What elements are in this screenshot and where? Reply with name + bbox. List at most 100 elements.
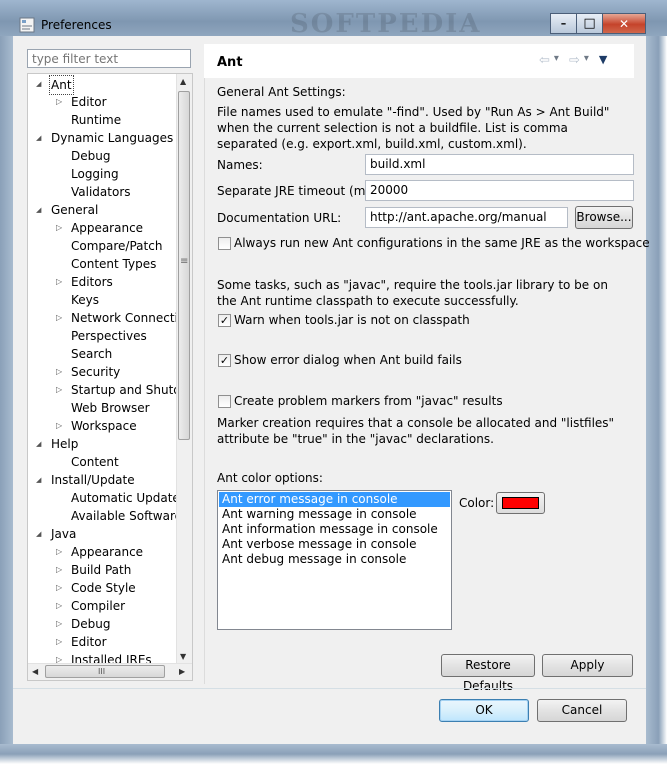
collapsed-arrow-icon[interactable]: ▷	[56, 381, 65, 399]
show-error-label[interactable]: Show error dialog when Ant build fails	[234, 353, 462, 367]
footer-separator	[13, 688, 646, 689]
restore-defaults-button[interactable]: Restore Defaults	[441, 654, 535, 693]
back-dropdown-icon[interactable]: ▾	[554, 53, 559, 68]
scroll-down-icon[interactable]: ▼	[180, 652, 186, 661]
color-option-item[interactable]: Ant error message in console	[219, 492, 450, 507]
scroll-left-icon[interactable]: ◀	[32, 667, 38, 676]
minimize-button[interactable]: –	[550, 13, 577, 34]
collapsed-arrow-icon[interactable]: ▷	[56, 579, 65, 597]
tree-item-label: Compiler	[71, 599, 126, 613]
close-icon: ✕	[618, 16, 630, 31]
tree-horizontal-scroll-thumb[interactable]: III	[45, 665, 165, 678]
tree-item-label: Appearance	[71, 221, 144, 235]
collapsed-arrow-icon[interactable]: ▷	[56, 219, 65, 237]
scroll-up-icon[interactable]: ▲	[180, 77, 186, 86]
expanded-arrow-icon[interactable]: ◢	[36, 435, 45, 453]
color-label: Color:	[459, 496, 495, 510]
color-option-item[interactable]: Ant debug message in console	[219, 552, 450, 567]
tree-item-label: Help	[51, 437, 79, 451]
color-picker-button[interactable]	[496, 492, 545, 514]
tree-horizontal-scrollbar[interactable]: ◀ III ▶	[28, 663, 192, 680]
expanded-arrow-icon[interactable]: ◢	[36, 471, 45, 489]
window-title: Preferences	[41, 18, 112, 32]
tree-item-label: Web Browser	[71, 401, 150, 415]
tree-item-label: Java	[51, 527, 77, 541]
color-options-list[interactable]: Ant error message in console Ant warning …	[217, 490, 452, 630]
problem-markers-checkbox[interactable]	[218, 395, 231, 408]
tree-vertical-scrollbar[interactable]: ▲ ≡ ▼	[176, 74, 192, 664]
names-field[interactable]: build.xml	[365, 154, 634, 175]
filter-input[interactable]	[27, 49, 191, 68]
docurl-label: Documentation URL:	[217, 211, 342, 225]
find-description: File names used to emulate "-find". Used…	[217, 105, 610, 151]
timeout-field[interactable]: 20000	[365, 180, 634, 201]
maximize-button[interactable]: □	[576, 13, 603, 34]
warn-tools-label[interactable]: Warn when tools.jar is not on classpath	[234, 313, 470, 327]
expanded-arrow-icon[interactable]: ◢	[36, 525, 45, 543]
tree-item-label: Content Types	[71, 257, 157, 271]
collapsed-arrow-icon[interactable]: ▷	[56, 633, 65, 651]
title-bar[interactable]: Preferences SOFTPEDIA – □ ✕	[0, 0, 667, 39]
collapsed-arrow-icon[interactable]: ▷	[56, 273, 65, 291]
tree-item-label: Search	[71, 347, 113, 361]
warn-tools-checkbox[interactable]: ✓	[218, 314, 231, 327]
tree-item-label: Startup and Shutdown	[71, 383, 178, 397]
cancel-button[interactable]: Cancel	[537, 699, 627, 722]
collapsed-arrow-icon[interactable]: ▷	[56, 597, 65, 615]
grip-icon: III	[98, 667, 106, 676]
tree-item-label: Debug	[71, 149, 111, 163]
timeout-label: Separate JRE timeout (ms):	[217, 184, 381, 198]
grip-icon: ≡	[180, 256, 189, 267]
scroll-right-icon[interactable]: ▶	[179, 667, 185, 676]
preferences-window: Preferences SOFTPEDIA – □ ✕ ◢Ant▷EditorR…	[0, 0, 667, 764]
same-jre-checkbox[interactable]	[218, 237, 231, 250]
tree-item-label: Editor	[71, 95, 107, 109]
tree-item-label: Content	[71, 455, 119, 469]
collapsed-arrow-icon[interactable]: ▷	[56, 417, 65, 435]
tree-item-label: Appearance	[71, 545, 144, 559]
apply-button[interactable]: Apply	[542, 654, 633, 677]
collapsed-arrow-icon[interactable]: ▷	[56, 561, 65, 579]
tree-item-label: Debug	[71, 617, 111, 631]
marker-description: Marker creation requires that a console …	[217, 416, 615, 446]
expanded-arrow-icon[interactable]: ◢	[36, 201, 45, 219]
ok-button[interactable]: OK	[439, 699, 529, 722]
checkmark-icon: ✓	[219, 354, 230, 367]
browse-button[interactable]: Browse...	[575, 206, 633, 229]
tree-item-label: Logging	[71, 167, 119, 181]
show-error-checkbox[interactable]: ✓	[218, 354, 231, 367]
problem-markers-label[interactable]: Create problem markers from "javac" resu…	[234, 394, 503, 408]
tree-item-label: Runtime	[71, 113, 122, 127]
tree-item-label: Perspectives	[71, 329, 147, 343]
history-navigation: ⇦ ▾ ⇨ ▾ ▼	[539, 53, 607, 68]
color-option-item[interactable]: Ant information message in console	[219, 522, 450, 537]
forward-icon[interactable]: ⇨	[569, 53, 580, 68]
same-jre-label[interactable]: Always run new Ant configurations in the…	[234, 236, 650, 250]
tree-item-label: Editors	[71, 275, 113, 289]
collapsed-arrow-icon[interactable]: ▷	[56, 363, 65, 381]
panel-divider[interactable]	[204, 44, 205, 684]
tree-item-label: Code Style	[71, 581, 136, 595]
tree-item-label: Install/Update	[51, 473, 135, 487]
expanded-arrow-icon[interactable]: ◢	[36, 75, 45, 93]
forward-dropdown-icon[interactable]: ▾	[584, 53, 589, 68]
color-options-label: Ant color options:	[217, 471, 323, 485]
tree-vertical-scroll-thumb[interactable]: ≡	[178, 91, 190, 440]
collapsed-arrow-icon[interactable]: ▷	[56, 543, 65, 561]
minimize-icon: –	[560, 17, 567, 30]
close-button[interactable]: ✕	[602, 13, 646, 34]
collapsed-arrow-icon[interactable]: ▷	[56, 93, 65, 111]
expanded-arrow-icon[interactable]: ◢	[36, 129, 45, 147]
names-label: Names:	[217, 158, 263, 172]
general-settings-heading: General Ant Settings:	[217, 85, 346, 99]
color-option-item[interactable]: Ant verbose message in console	[219, 537, 450, 552]
docurl-field[interactable]: http://ant.apache.org/manual	[365, 207, 568, 228]
preferences-app-icon	[19, 17, 35, 33]
preferences-tree[interactable]: ◢ Ant ▷ Editor Runtime ◢ Dynamic Languages Debu…	[27, 73, 193, 681]
window-frame-right	[646, 36, 667, 764]
collapsed-arrow-icon[interactable]: ▷	[56, 309, 65, 327]
view-menu-icon[interactable]: ▼	[599, 53, 607, 68]
back-icon[interactable]: ⇦	[539, 53, 550, 68]
color-option-item[interactable]: Ant warning message in console	[219, 507, 450, 522]
collapsed-arrow-icon[interactable]: ▷	[56, 615, 65, 633]
